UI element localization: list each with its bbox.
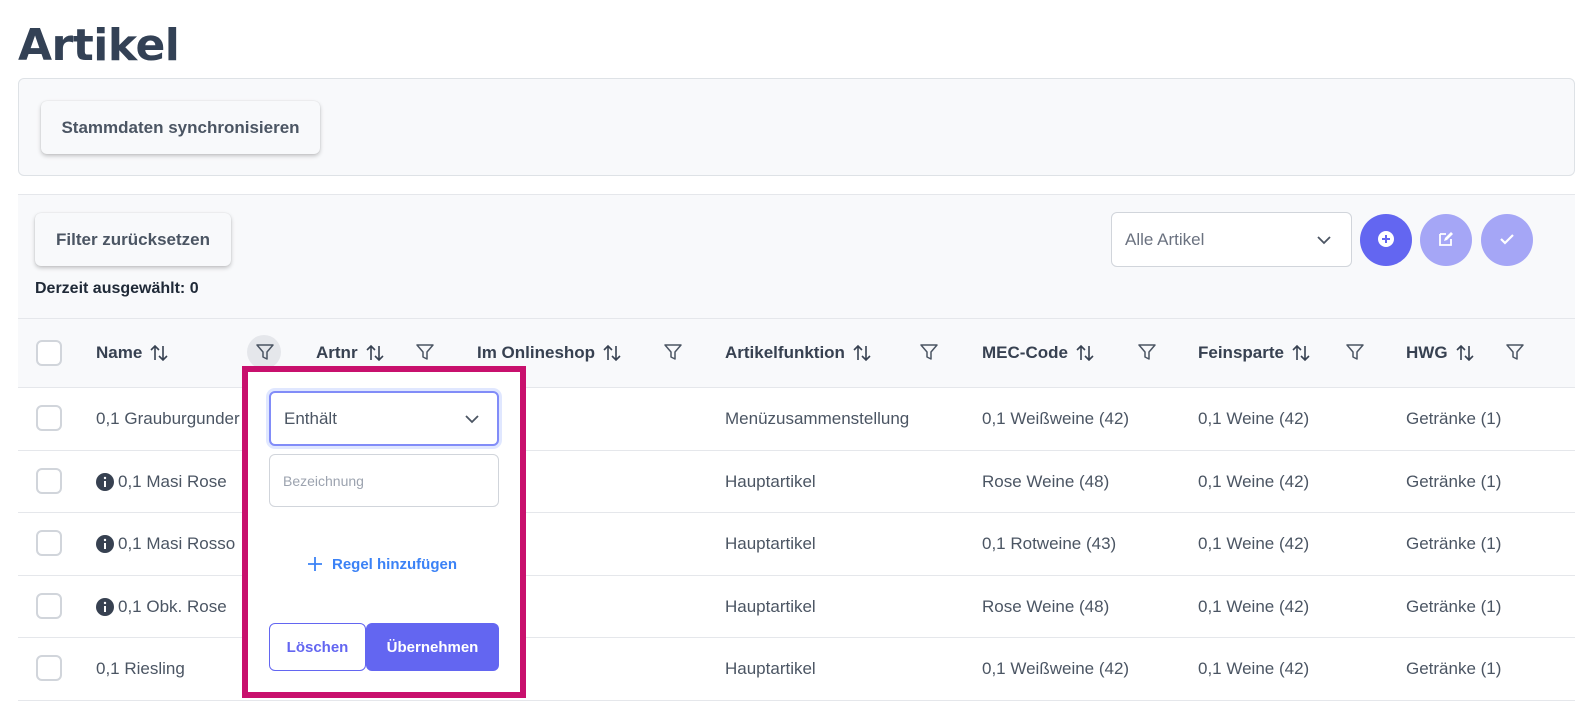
row-checkbox[interactable] xyxy=(36,655,62,681)
filter-value-input[interactable] xyxy=(269,454,499,507)
name-filter-popup: Enthält Regel hinzufügen Löschen Überneh… xyxy=(242,366,526,698)
column-header-onlineshop[interactable]: Im Onlineshop xyxy=(477,343,622,363)
cell-feinsparte: 0,1 Weine (42) xyxy=(1198,409,1310,428)
filter-operator-value: Enthält xyxy=(284,409,337,428)
sort-icon xyxy=(1455,344,1474,362)
cell-mec-code: 0,1 Weißweine (42) xyxy=(982,409,1130,428)
row-checkbox[interactable] xyxy=(36,592,62,619)
cell-mec-code: Rose Weine (48) xyxy=(982,596,1110,616)
cell-feinsparte: 0,1 Weine (42) xyxy=(1198,534,1310,553)
add-rule-button[interactable]: Regel hinzufügen xyxy=(306,555,457,573)
sort-icon xyxy=(603,344,621,362)
check-icon xyxy=(1498,230,1516,251)
cell-feinsparte: 0,1 Weine (42) xyxy=(1198,659,1310,678)
sort-icon xyxy=(150,344,168,362)
cell-hwg: Getränke (1) xyxy=(1406,409,1502,428)
column-header-artnr[interactable]: Artnr xyxy=(316,343,385,363)
row-checkbox[interactable] xyxy=(36,405,62,431)
article-filter-value: Alle Artikel xyxy=(1125,230,1205,249)
cell-hwg: Getränke (1) xyxy=(1406,596,1502,616)
filter-icon[interactable] xyxy=(1505,342,1525,362)
filter-icon[interactable] xyxy=(1137,342,1157,362)
cell-name: 0,1 Obk. Rose xyxy=(96,597,227,617)
filter-icon[interactable] xyxy=(663,342,683,362)
confirm-button[interactable] xyxy=(1481,214,1533,266)
info-icon[interactable] xyxy=(96,597,114,616)
sort-icon xyxy=(1292,344,1310,362)
row-checkbox[interactable] xyxy=(36,530,62,556)
page-title: Artikel xyxy=(18,20,180,71)
plus-circle-icon xyxy=(1377,230,1395,251)
cell-mec-code: 0,1 Rotweine (43) xyxy=(982,534,1117,553)
table-toolbar: Filter zurücksetzen Derzeit ausgewählt: … xyxy=(18,194,1575,318)
cell-artikelfunktion: Hauptartikel xyxy=(725,596,816,616)
column-header-artikelfunktion[interactable]: Artikelfunktion xyxy=(725,343,872,363)
cell-artikelfunktion: Hauptartikel xyxy=(725,659,816,678)
filter-icon[interactable] xyxy=(919,342,939,362)
select-all-checkbox[interactable] xyxy=(36,340,62,366)
filter-icon[interactable] xyxy=(1345,342,1365,362)
column-header-mec-code[interactable]: MEC-Code xyxy=(982,343,1095,363)
sort-icon xyxy=(1076,344,1094,362)
cell-name: 0,1 Masi Rosso xyxy=(96,534,235,554)
cell-hwg: Getränke (1) xyxy=(1406,471,1502,491)
sort-icon xyxy=(365,344,384,362)
selected-count: Derzeit ausgewählt: 0 xyxy=(35,280,199,297)
column-header-hwg[interactable]: HWG xyxy=(1406,343,1475,363)
cell-name: 0,1 Masi Rose xyxy=(96,472,227,492)
filter-operator-dropdown[interactable]: Enthält xyxy=(269,391,499,446)
reset-filter-button[interactable]: Filter zurücksetzen xyxy=(35,213,231,266)
cell-name: 0,1 Riesling xyxy=(96,659,185,678)
cell-hwg: Getränke (1) xyxy=(1406,659,1502,678)
column-header-name[interactable]: Name xyxy=(96,343,169,363)
info-icon[interactable] xyxy=(96,535,114,553)
row-checkbox[interactable] xyxy=(36,467,62,494)
cell-feinsparte: 0,1 Weine (42) xyxy=(1198,596,1310,616)
cell-name: 0,1 Grauburgunder xyxy=(96,409,240,428)
cell-artikelfunktion: Menüzusammenstellung xyxy=(725,409,910,428)
page-edge xyxy=(1575,0,1595,712)
cell-artikelfunktion: Hauptartikel xyxy=(725,471,816,491)
plus-icon xyxy=(308,557,322,571)
cell-mec-code: Rose Weine (48) xyxy=(982,471,1110,491)
cell-mec-code: 0,1 Weißweine (42) xyxy=(982,659,1130,678)
chevron-down-icon xyxy=(463,410,481,433)
chevron-down-icon xyxy=(1315,231,1333,254)
sort-icon xyxy=(853,344,871,362)
edit-article-button[interactable] xyxy=(1420,214,1472,266)
column-header-feinsparte[interactable]: Feinsparte xyxy=(1198,343,1311,363)
cell-feinsparte: 0,1 Weine (42) xyxy=(1198,471,1310,491)
edit-icon xyxy=(1437,230,1455,251)
apply-filter-button[interactable]: Übernehmen xyxy=(366,623,499,671)
filter-icon[interactable] xyxy=(255,342,275,362)
article-filter-dropdown[interactable]: Alle Artikel xyxy=(1111,212,1352,267)
sync-master-data-button[interactable]: Stammdaten synchronisieren xyxy=(41,101,320,154)
clear-filter-button[interactable]: Löschen xyxy=(269,623,366,671)
cell-artikelfunktion: Hauptartikel xyxy=(725,534,816,553)
info-icon[interactable] xyxy=(96,472,114,491)
filter-icon[interactable] xyxy=(415,342,435,362)
cell-hwg: Getränke (1) xyxy=(1406,534,1502,553)
filter-popup-content: Enthält Regel hinzufügen Löschen Überneh… xyxy=(248,372,520,692)
add-article-button[interactable] xyxy=(1360,214,1412,266)
top-panel: Stammdaten synchronisieren xyxy=(18,78,1575,176)
